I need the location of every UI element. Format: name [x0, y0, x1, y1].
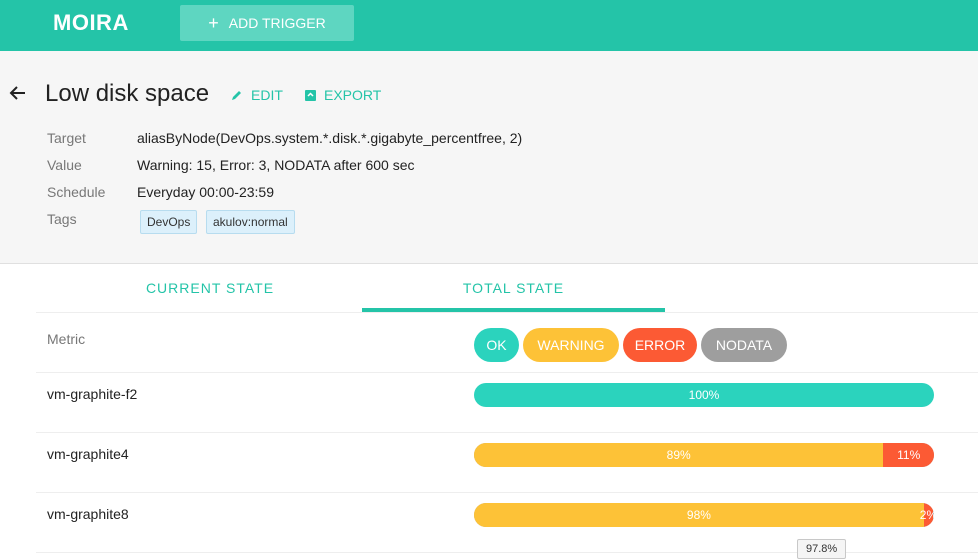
top-bar: MOIRA + ADD TRIGGER	[0, 0, 978, 51]
metric-name: vm-graphite8	[47, 506, 129, 522]
value-value: Warning: 15, Error: 3, NODATA after 600 …	[137, 157, 415, 173]
schedule-value: Everyday 00:00-23:59	[137, 184, 274, 200]
edit-button[interactable]: EDIT	[231, 87, 283, 103]
filter-nodata-button[interactable]: NODATA	[701, 328, 787, 362]
edit-label: EDIT	[251, 87, 283, 103]
schedule-label: Schedule	[47, 184, 106, 200]
metric-name: vm-graphite4	[47, 446, 129, 462]
tag-devops[interactable]: DevOps	[140, 210, 198, 234]
tab-total-state[interactable]: TOTAL STATE	[362, 264, 665, 312]
state-bar[interactable]: 89% 11%	[474, 443, 934, 467]
trigger-info-panel: Low disk space EDIT EXPORT Target aliasB…	[0, 51, 978, 264]
state-bar[interactable]: 98% 2%	[474, 503, 934, 527]
state-bar[interactable]: 100%	[474, 383, 934, 407]
bar-segment-warning[interactable]: 98%	[474, 503, 924, 527]
bar-segment-ok[interactable]: 100%	[474, 383, 934, 407]
trigger-title: Low disk space	[45, 80, 210, 107]
tab-divider	[36, 312, 978, 313]
pencil-icon	[232, 91, 241, 100]
tag-akulov-normal[interactable]: akulov:normal	[206, 210, 295, 234]
value-label: Value	[47, 157, 82, 173]
logo-text: MOIRA	[53, 10, 129, 35]
back-arrow-icon[interactable]	[8, 83, 28, 103]
moira-logo[interactable]: MOIRA	[53, 10, 129, 35]
metric-column-header: Metric	[47, 331, 86, 347]
metric-name: vm-graphite-f2	[47, 386, 138, 402]
export-button[interactable]: EXPORT	[305, 87, 381, 103]
bar-segment-error[interactable]: 2%	[920, 503, 934, 527]
target-label: Target	[47, 130, 86, 146]
row-divider	[36, 492, 978, 493]
target-value: aliasByNode(DevOps.system.*.disk.*.gigab…	[137, 130, 523, 146]
bar-tooltip: 97.8%	[797, 539, 847, 559]
add-trigger-label: ADD TRIGGER	[228, 15, 326, 31]
add-trigger-button[interactable]: + ADD TRIGGER	[180, 5, 354, 41]
filter-warning-button[interactable]: WARNING	[523, 328, 619, 362]
export-icon	[305, 89, 316, 101]
bar-segment-error[interactable]: 11%	[883, 443, 934, 467]
export-label: EXPORT	[324, 87, 382, 103]
plus-icon: +	[208, 13, 219, 33]
filter-error-button[interactable]: ERROR	[623, 328, 697, 362]
bar-segment-warning[interactable]: 89%	[474, 443, 884, 467]
tab-current-state[interactable]: CURRENT STATE	[36, 264, 384, 312]
filter-ok-button[interactable]: OK	[474, 328, 519, 362]
tags-label: Tags	[47, 211, 77, 227]
row-divider	[36, 432, 978, 433]
row-divider	[36, 372, 978, 373]
